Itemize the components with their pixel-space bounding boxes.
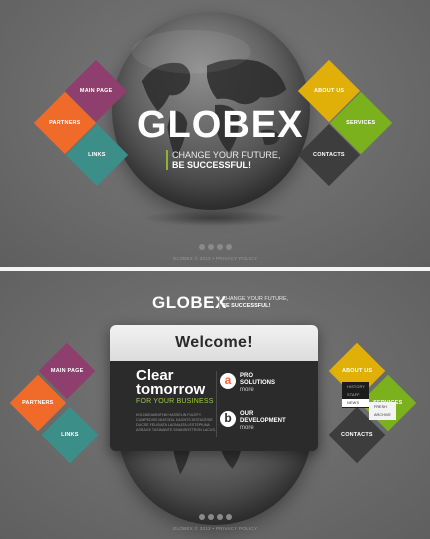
feature-a-more-link[interactable]: more xyxy=(240,387,275,394)
social-icons xyxy=(0,244,430,250)
submenu-item-fresh[interactable]: FRESH xyxy=(369,403,396,411)
feature-a-text: PRO SOLUTIONS more xyxy=(240,373,275,394)
nav-partners-bottom-label: PARTNERS xyxy=(22,399,54,406)
modal-divider xyxy=(216,371,217,437)
nav-about-us-label: ABOUT US xyxy=(313,87,345,94)
globe-shadow xyxy=(140,210,290,226)
slogan-small-line-1: CHANGE YOUR FUTURE, xyxy=(222,296,289,302)
feature-b-more-link[interactable]: more xyxy=(240,425,286,432)
social-rss-icon[interactable] xyxy=(225,244,232,250)
about-submenu: HISTORY STAFF NEWS xyxy=(342,382,369,408)
modal-headline: Clear tomorrow xyxy=(136,368,206,398)
social-icons-bottom xyxy=(0,514,430,520)
feature-b-line-2: DEVELOPMENT xyxy=(240,417,286,424)
nav-main-page-label: MAIN PAGE xyxy=(79,88,113,94)
feature-b-text: OUR DEVELOPMENT more xyxy=(240,411,286,432)
submenu-item-staff[interactable]: STAFF xyxy=(342,391,369,399)
welcome-modal: Welcome! Clear tomorrow FOR YOUR BUSINES… xyxy=(110,325,318,451)
submenu-item-news[interactable]: NEWS xyxy=(342,399,369,407)
nav-services-label: SERVICES xyxy=(346,119,376,126)
footer-text-bottom: GLOBEX © 2012 • PRIVACY POLICY xyxy=(172,526,258,531)
slogan-line-2: BE SUCCESSFUL! xyxy=(172,160,252,170)
social-google-icon[interactable] xyxy=(216,244,223,250)
nav-links-label: LINKS xyxy=(88,152,106,158)
slogan: CHANGE YOUR FUTURE, BE SUCCESSFUL! xyxy=(172,150,280,170)
nav-links-bottom-label: LINKS xyxy=(61,432,79,438)
news-submenu: FRESH ARCHIVE xyxy=(369,402,396,420)
feature-a-line-2: SOLUTIONS xyxy=(240,379,276,386)
social-rss-icon[interactable] xyxy=(225,514,232,520)
modal-body: Clear tomorrow FOR YOUR BUSINESS KOLNDEA… xyxy=(110,361,318,451)
bottom-panel: GLOBEX CHANGE YOUR FUTURE, BE SUCCESSFUL… xyxy=(0,271,430,539)
social-facebook-icon[interactable] xyxy=(198,244,205,250)
submenu-item-history[interactable]: HISTORY xyxy=(342,383,369,391)
social-twitter-icon[interactable] xyxy=(207,514,214,520)
feature-a-badge-icon: a xyxy=(220,373,236,389)
modal-subhead: FOR YOUR BUSINESS xyxy=(136,398,214,405)
feature-our-development: b OUR DEVELOPMENT more xyxy=(220,411,286,432)
nav-contacts-bottom-label: CONTACTS xyxy=(341,432,373,438)
slogan-small: CHANGE YOUR FUTURE, BE SUCCESSFUL! xyxy=(222,296,288,309)
social-facebook-icon[interactable] xyxy=(198,514,205,520)
slogan-line-1: CHANGE YOUR FUTURE, xyxy=(172,150,281,160)
social-twitter-icon[interactable] xyxy=(207,244,214,250)
nav-about-us-bottom-label: ABOUT US xyxy=(341,367,373,374)
modal-title: Welcome! xyxy=(175,334,253,351)
slogan-small-divider xyxy=(219,296,220,309)
feature-pro-solutions: a PRO SOLUTIONS more xyxy=(220,373,275,394)
footer-text: GLOBEX © 2012 • PRIVACY POLICY xyxy=(172,256,258,261)
nav-contacts-label: CONTACTS xyxy=(313,152,345,158)
top-panel: MAIN PAGE PARTNERS LINKS ABOUT US SERVIC… xyxy=(0,0,430,267)
modal-body-text: KOLNDEAMNITHM HASSELIN FULEFY. CUMPEDISS… xyxy=(136,413,216,432)
modal-header: Welcome! xyxy=(110,325,318,361)
submenu-item-archive[interactable]: ARCHIVE xyxy=(369,411,396,419)
feature-b-badge-icon: b xyxy=(220,411,236,427)
social-google-icon[interactable] xyxy=(216,514,223,520)
nav-partners-label: PARTNERS xyxy=(49,119,81,126)
logo-small[interactable]: GLOBEX xyxy=(152,293,227,313)
logo[interactable]: GLOBEX xyxy=(137,104,303,147)
modal-headline-line-2: tomorrow xyxy=(136,381,206,398)
slogan-small-line-2: BE SUCCESSFUL! xyxy=(222,302,271,309)
slogan-divider xyxy=(166,150,168,170)
nav-main-page-bottom-label: MAIN PAGE xyxy=(50,368,84,374)
